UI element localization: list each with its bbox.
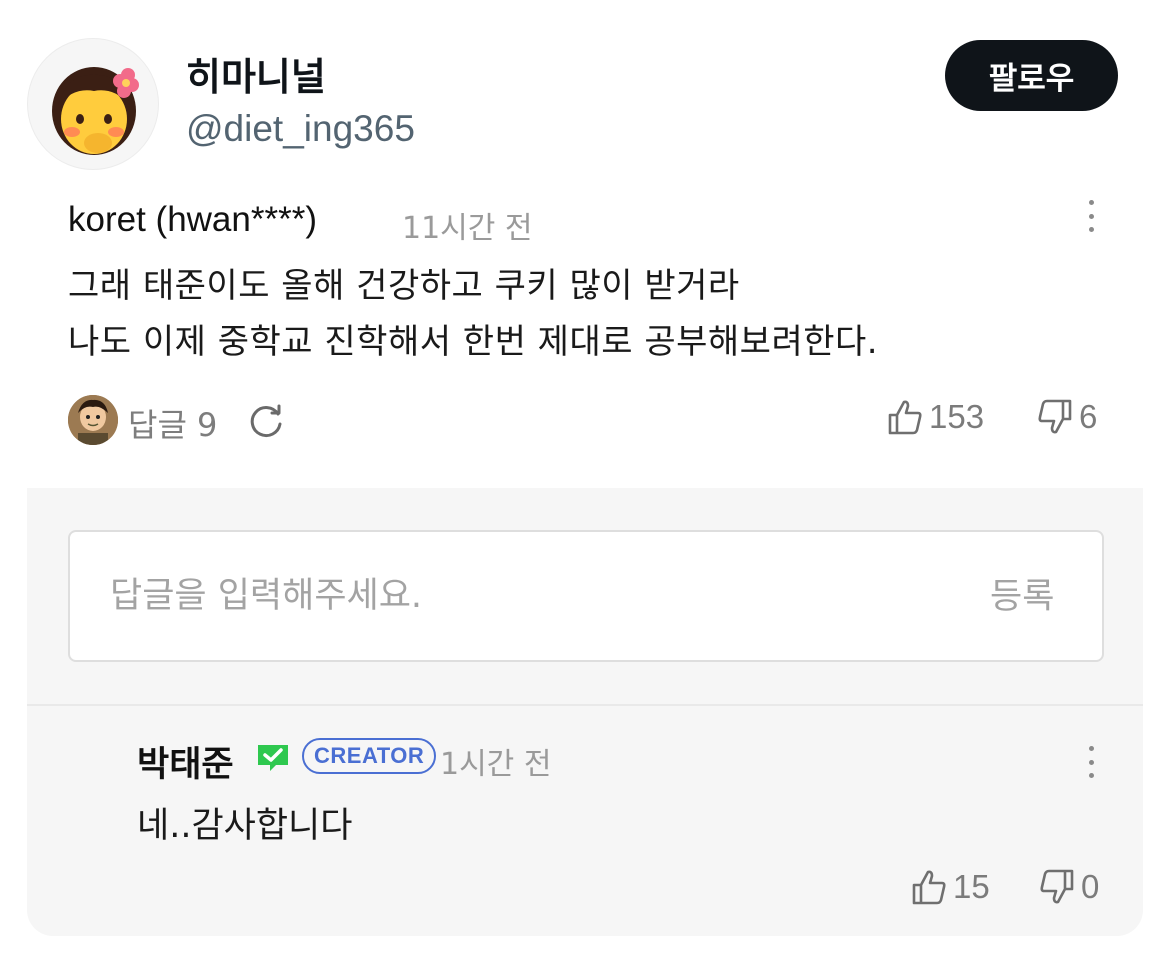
reply-input[interactable] — [110, 532, 950, 660]
refresh-icon[interactable] — [246, 400, 286, 440]
avatar-emoji — [52, 67, 139, 155]
creator-badge: CREATOR — [302, 738, 437, 774]
thumbs-down-icon — [1040, 869, 1074, 904]
comment-like-button[interactable]: 153 — [887, 398, 984, 436]
more-vertical-icon[interactable] — [1081, 742, 1101, 782]
thumbs-down-icon — [1038, 399, 1072, 434]
comment-dislike-count: 6 — [1079, 398, 1098, 435]
reply-dislike-button[interactable]: 0 — [1039, 868, 1099, 906]
reply-like-button[interactable]: 15 — [911, 868, 990, 906]
verified-check-icon — [258, 745, 288, 771]
more-vertical-icon[interactable] — [1081, 196, 1101, 236]
reply-like-count: 15 — [953, 868, 990, 905]
reply-author: 박태준 — [137, 745, 234, 785]
reply-input-box: 등록 — [68, 530, 1104, 662]
comment-like-count: 153 — [929, 398, 985, 435]
thumbs-up-icon — [912, 870, 946, 905]
reply-author-avatar — [68, 395, 118, 445]
submit-reply-button[interactable]: 등록 — [990, 568, 1054, 619]
divider — [27, 704, 1143, 706]
profile-avatar[interactable] — [27, 38, 159, 170]
comment-author: koret (hwan****) — [68, 200, 317, 239]
comment-text-line-1: 그래 태준이도 올해 건강하고 쿠키 많이 받거라 — [68, 266, 740, 306]
reply-timestamp: 1시간 전 — [440, 747, 552, 782]
comment-dislike-button[interactable]: 6 — [1037, 398, 1097, 436]
follow-button[interactable]: 팔로우 — [945, 40, 1118, 111]
reply-dislike-count: 0 — [1081, 868, 1100, 905]
user-handle[interactable]: @diet_ing365 — [186, 108, 415, 150]
reply-count-button[interactable]: 답글 9 — [128, 400, 217, 446]
comment-text-line-2: 나도 이제 중학교 진학해서 한번 제대로 공부해보려한다. — [68, 322, 879, 362]
thumbs-up-icon — [888, 400, 922, 435]
reply-text: 네..감사합니다 — [137, 806, 353, 846]
comment-timestamp: 11시간 전 — [402, 211, 533, 246]
display-name[interactable]: 히마니널 — [186, 46, 326, 101]
